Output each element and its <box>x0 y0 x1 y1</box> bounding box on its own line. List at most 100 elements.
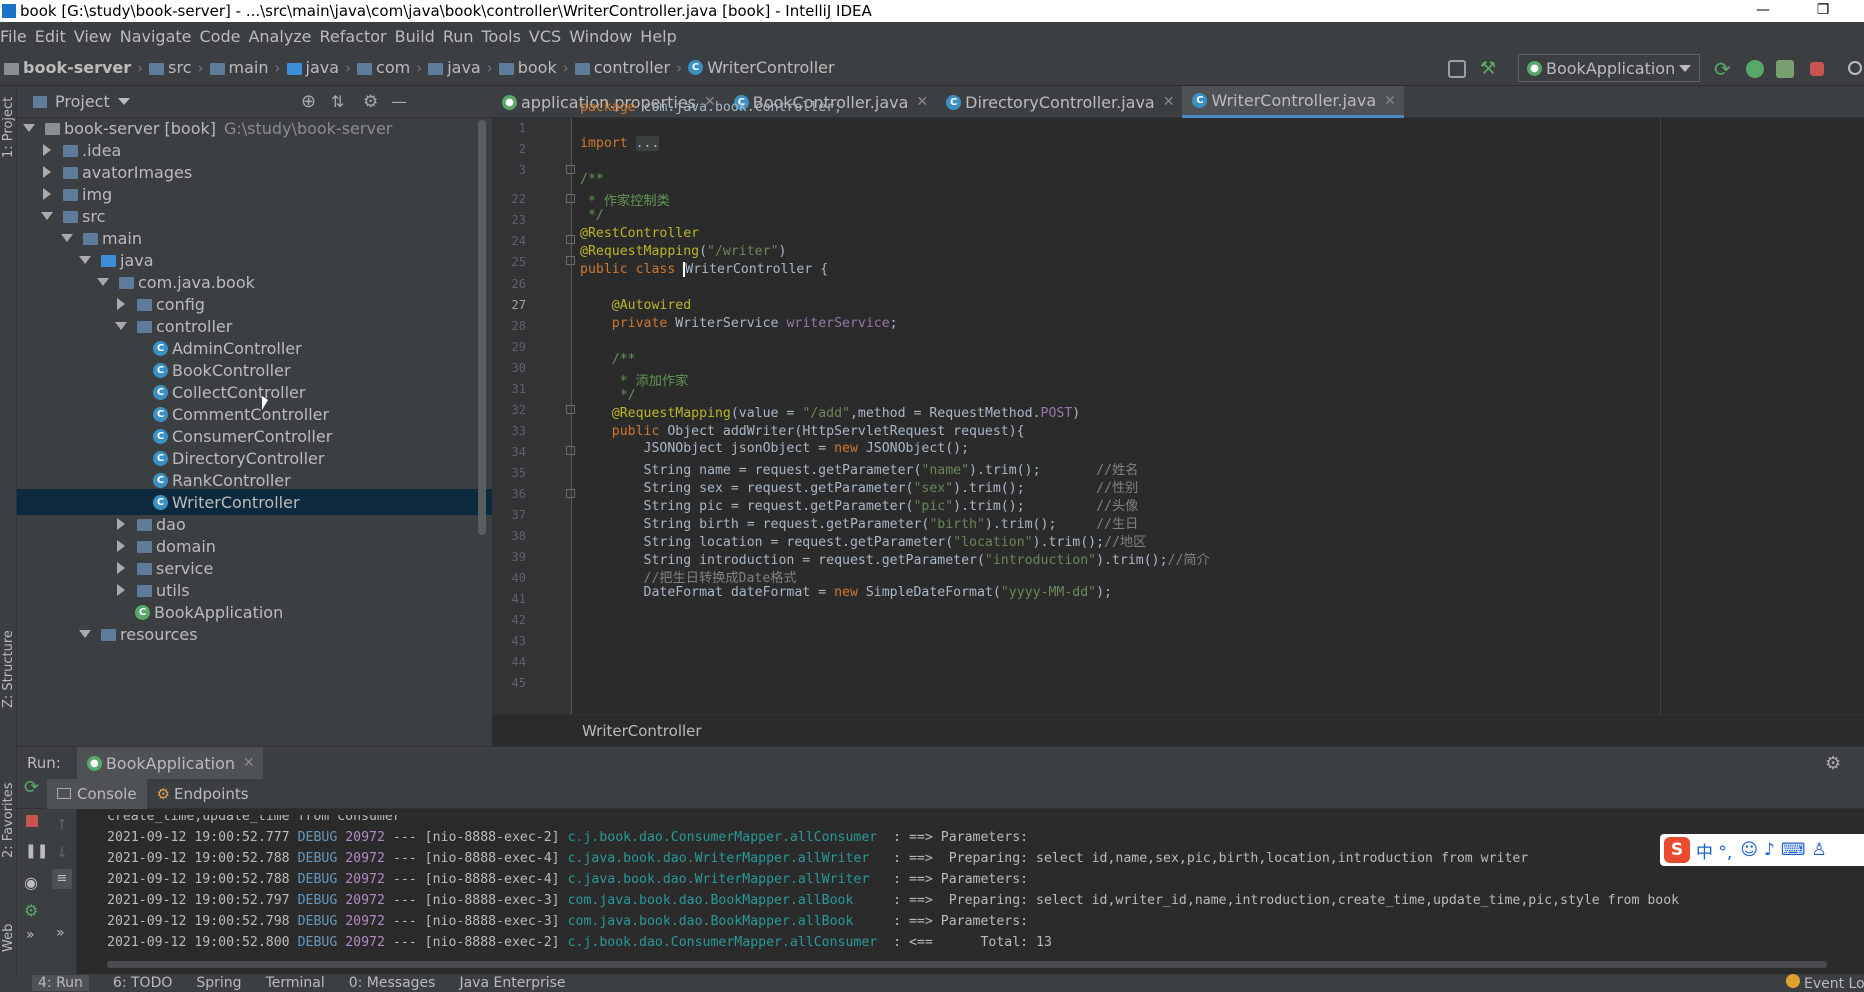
menu-file[interactable]: File <box>0 27 34 46</box>
more-icon[interactable]: » <box>26 927 35 943</box>
bottom-tab-spring[interactable]: Spring <box>196 975 241 991</box>
expand-arrow-icon[interactable] <box>97 278 109 286</box>
hide-icon[interactable]: — <box>391 92 407 111</box>
gear-icon[interactable]: ⚙ <box>1825 753 1841 774</box>
menu-code[interactable]: Code <box>200 27 248 46</box>
crumb-controller[interactable]: controller › <box>574 58 682 77</box>
coverage-icon[interactable] <box>1776 60 1794 78</box>
pause-icon[interactable]: ❚❚ <box>25 843 48 859</box>
bottom-tab-java-enterprise[interactable]: Java Enterprise <box>459 975 565 991</box>
settings-bug-icon[interactable]: ⚙ <box>24 901 38 920</box>
menu-edit[interactable]: Edit <box>35 27 73 46</box>
collapsed-arrow-icon[interactable] <box>117 518 125 530</box>
menu-tools[interactable]: Tools <box>482 27 528 46</box>
menu-window[interactable]: Window <box>569 27 639 46</box>
run-config-select[interactable]: ● BookApplication <box>1518 54 1700 82</box>
collapsed-arrow-icon[interactable] <box>117 562 125 574</box>
favorites-tool-tab[interactable]: 2: Favorites <box>1 782 16 858</box>
menu-refactor[interactable]: Refactor <box>320 27 394 46</box>
collapse-all-icon[interactable]: ⇅ <box>331 92 344 111</box>
collapsed-arrow-icon[interactable] <box>43 144 51 156</box>
menu-vcs[interactable]: VCS <box>529 27 568 46</box>
web-tool-tab[interactable]: Web <box>1 924 16 952</box>
project-tool-tab[interactable]: 1: Project <box>1 97 16 158</box>
search-icon[interactable] <box>1848 61 1862 75</box>
fold-marker-icon[interactable] <box>566 446 575 455</box>
crumb-project[interactable]: book-server › <box>4 58 143 77</box>
gear-icon[interactable]: ⚙ <box>363 92 378 112</box>
tree-item-resources[interactable]: resources <box>17 621 492 647</box>
mic-icon[interactable]: ♪ <box>1764 840 1775 860</box>
project-title[interactable]: Project <box>55 92 110 111</box>
expand-arrow-icon[interactable] <box>79 256 91 264</box>
locate-icon[interactable]: ⊕ <box>301 91 316 112</box>
expand-arrow-icon[interactable] <box>41 212 53 220</box>
fold-marker-icon[interactable] <box>566 256 575 265</box>
up-arrow-icon[interactable]: ↑ <box>56 817 68 833</box>
collapsed-arrow-icon[interactable] <box>117 584 125 596</box>
minimize-button[interactable]: — <box>1740 0 1786 22</box>
subtab-console[interactable]: Console <box>47 778 147 809</box>
collapsed-arrow-icon[interactable] <box>43 166 51 178</box>
expand-arrow-icon[interactable] <box>115 322 127 330</box>
rerun-icon[interactable]: ⟳ <box>1714 59 1732 79</box>
event-log-tab[interactable]: Event Log <box>1786 974 1864 992</box>
menu-build[interactable]: Build <box>395 27 442 46</box>
camera-icon[interactable]: ◉ <box>24 873 38 892</box>
crumb-main[interactable]: main › <box>209 58 281 77</box>
crumb-book[interactable]: book › <box>498 58 569 77</box>
crumb-writercontroller[interactable]: C WriterController <box>688 58 835 77</box>
user-icon[interactable]: ♙ <box>1811 840 1826 860</box>
close-icon[interactable]: ✕ <box>243 755 255 771</box>
ime-toolbar[interactable]: S 中 °, ☺ ♪ ⌨ ♙ <box>1660 834 1864 866</box>
structure-tool-tab[interactable]: Z: Structure <box>1 630 16 708</box>
fold-marker-icon[interactable] <box>566 165 575 174</box>
restore-button[interactable]: ❐ <box>1800 0 1846 22</box>
menu-analyze[interactable]: Analyze <box>248 27 318 46</box>
collapsed-arrow-icon[interactable] <box>117 298 125 310</box>
bottom-tab-todo[interactable]: 6: TODO <box>113 975 172 991</box>
subtab-endpoints[interactable]: ⚙ Endpoints <box>147 779 259 809</box>
crumb-java2[interactable]: java › <box>428 58 493 77</box>
emoji-icon[interactable]: ☺ <box>1740 840 1758 860</box>
stop-icon[interactable] <box>26 815 38 827</box>
more-icon[interactable]: » <box>56 925 65 941</box>
crumb-java[interactable]: java › <box>286 58 351 77</box>
fold-marker-icon[interactable] <box>566 489 575 498</box>
layout-icon[interactable] <box>1448 60 1466 78</box>
console-hscrollbar[interactable] <box>107 961 1827 968</box>
close-icon[interactable]: ✕ <box>1163 94 1175 110</box>
menu-view[interactable]: View <box>74 27 119 46</box>
crumb-com[interactable]: com › <box>357 58 422 77</box>
collapsed-arrow-icon[interactable] <box>43 188 51 200</box>
menu-help[interactable]: Help <box>640 27 683 46</box>
editor-footer-class[interactable]: WriterController <box>582 722 702 740</box>
keyboard-icon[interactable]: ⌨ <box>1781 840 1806 860</box>
project-scrollbar[interactable] <box>478 120 486 535</box>
close-icon[interactable]: ✕ <box>916 94 928 110</box>
debug-bug-icon[interactable] <box>1746 60 1764 78</box>
collapsed-arrow-icon[interactable] <box>117 540 125 552</box>
expand-arrow-icon[interactable] <box>23 124 35 132</box>
build-hammer-icon[interactable]: ⚒ <box>1480 60 1498 78</box>
expand-arrow-icon[interactable] <box>61 234 73 242</box>
bottom-tab-run[interactable]: 4: Run <box>32 975 89 991</box>
menu-navigate[interactable]: Navigate <box>120 27 199 46</box>
chevron-down-icon[interactable] <box>117 98 130 105</box>
expand-arrow-icon[interactable] <box>79 630 91 638</box>
tab-writercontroller[interactable]: C WriterController.java ✕ <box>1182 86 1404 118</box>
down-arrow-icon[interactable]: ↓ <box>56 845 68 861</box>
close-icon[interactable]: ✕ <box>1384 93 1396 109</box>
run-tab-bookapplication[interactable]: ● BookApplication ✕ <box>76 747 263 779</box>
fold-marker-icon[interactable] <box>566 235 575 244</box>
rerun-icon[interactable]: ⟳ <box>24 777 39 798</box>
crumb-src[interactable]: src › <box>149 58 204 77</box>
stop-icon[interactable] <box>1810 62 1824 76</box>
bottom-tab-messages[interactable]: 0: Messages <box>349 975 436 991</box>
tab-directorycontroller[interactable]: C DirectoryController.java ✕ <box>936 86 1182 118</box>
menu-run[interactable]: Run <box>443 27 481 46</box>
fold-marker-icon[interactable] <box>566 194 575 203</box>
bottom-tab-terminal[interactable]: Terminal <box>266 975 325 991</box>
ime-mode-label[interactable]: 中 °, <box>1696 838 1732 863</box>
soft-wrap-icon[interactable]: ≡ <box>52 869 72 889</box>
